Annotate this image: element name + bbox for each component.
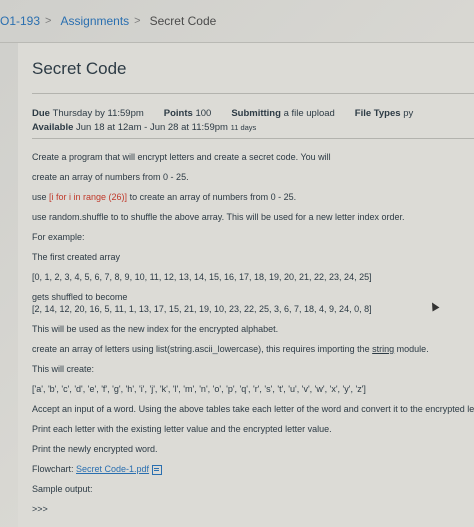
desc-line: [0, 1, 2, 3, 4, 5, 6, 7, 8, 9, 10, 11, 1…	[32, 272, 372, 282]
pdf-file-icon[interactable]	[152, 464, 163, 475]
title-divider	[32, 93, 474, 94]
desc-line: ['a', 'b', 'c', 'd', 'e', 'f', 'g', 'h',…	[32, 384, 366, 394]
desc-line: For example:	[32, 232, 85, 242]
desc-line: create an array of letters using list(st…	[32, 344, 429, 354]
desc-line: >>>	[32, 504, 48, 514]
breadcrumb-course[interactable]: O1-193	[0, 14, 40, 28]
filetypes-value: py	[403, 107, 414, 119]
desc-line: Flowchart: Secret Code-1.pdf	[32, 463, 472, 475]
desc-line: Print each letter with the existing lett…	[32, 424, 332, 434]
details-divider	[32, 138, 474, 139]
points-label: Points	[163, 107, 193, 119]
desc-line: Accept an input of a word. Using the abo…	[32, 404, 474, 414]
breadcrumb-separator: >	[134, 15, 141, 27]
breadcrumb-current: Secret Code	[149, 14, 217, 28]
breadcrumb-assignments[interactable]: Assignments	[60, 14, 129, 28]
assignment-description: Create a program that will encrypt lette…	[32, 151, 474, 515]
desc-line: This will create:	[32, 364, 95, 374]
desc-line: Sample output:	[32, 484, 93, 494]
string-module-link[interactable]: string	[372, 344, 394, 354]
submitting-label: Submitting	[231, 107, 281, 119]
submitting-value: a file upload	[283, 107, 335, 119]
breadcrumb-separator: >	[45, 15, 52, 27]
desc-line: use random.shuffle to to shuffle the abo…	[32, 212, 405, 222]
flowchart-pdf-link[interactable]: Secret Code-1.pdf	[76, 464, 149, 474]
desc-line: Create a program that will encrypt lette…	[32, 152, 331, 162]
desc-line: [2, 14, 12, 20, 16, 5, 11, 1, 13, 17, 15…	[32, 304, 372, 314]
due-label: Due	[32, 107, 50, 119]
desc-line: gets shuffled to become	[32, 292, 128, 302]
points-value: 100	[195, 107, 212, 119]
available-days: 11 days	[230, 122, 257, 132]
assignment-content: Secret Code Due Thursday by 11:59pm Poin…	[18, 43, 474, 527]
desc-line: Print the newly encrypted word.	[32, 444, 158, 454]
due-value: Thursday by 11:59pm	[52, 107, 144, 119]
inline-code: [i for i in range (26)]	[49, 192, 128, 202]
desc-line: This will be used as the new index for t…	[32, 324, 279, 334]
page-title: Secret Code	[32, 59, 127, 78]
desc-line: use [i for i in range (26)] to create an…	[32, 192, 297, 202]
desc-line: create an array of numbers from 0 - 25.	[32, 172, 189, 182]
breadcrumb: O1-193 > Assignments > Secret Code	[0, 0, 474, 42]
assignment-details: Due Thursday by 11:59pm Points 100 Submi…	[32, 106, 413, 134]
desc-line: The first created array	[32, 252, 121, 262]
available-value: Jun 18 at 12am - Jun 28 at 11:59pm	[76, 121, 228, 133]
available-label: Available	[32, 121, 74, 133]
filetypes-label: File Types	[354, 107, 401, 119]
